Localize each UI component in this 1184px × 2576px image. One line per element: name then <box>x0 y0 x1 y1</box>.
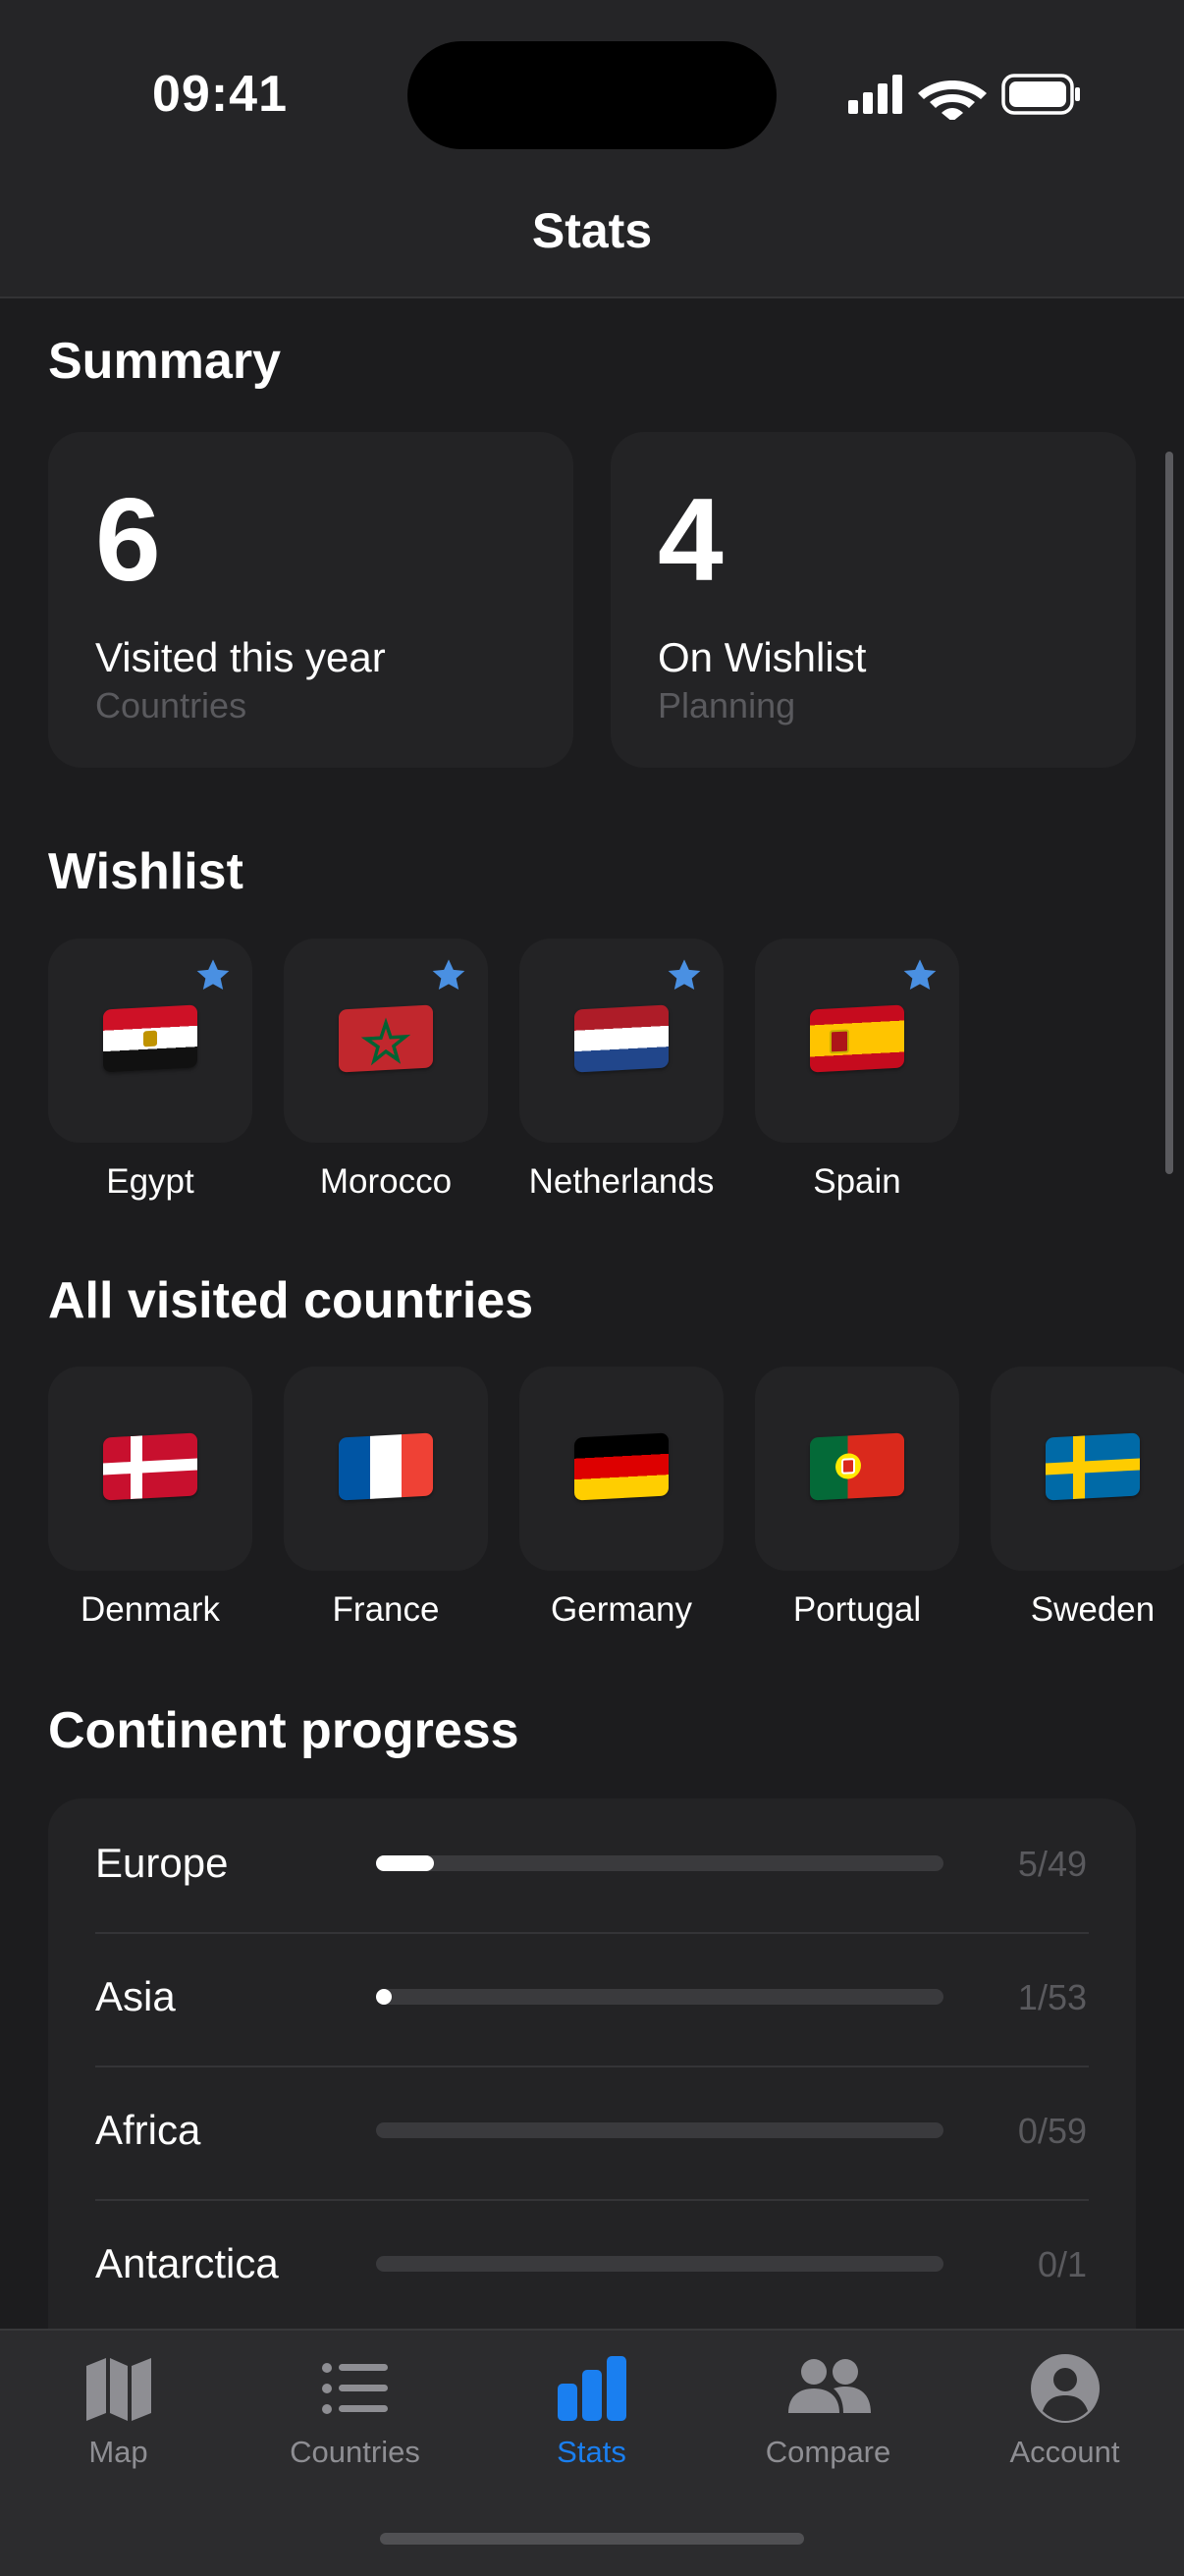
netherlands-flag-icon <box>574 1004 669 1073</box>
visited-tile-germany[interactable] <box>519 1367 724 1571</box>
wishlist-label: Morocco <box>319 1162 453 1201</box>
scroll-indicator[interactable] <box>1165 452 1173 1174</box>
tab-label: Stats <box>557 2435 626 2469</box>
continent-row-europe[interactable]: Europe 5/49 <box>95 1798 1136 1932</box>
page-title: Stats <box>531 203 653 258</box>
progress-count: 1/53 <box>1017 1977 1087 2017</box>
battery-icon <box>1001 74 1080 115</box>
wifi-icon <box>918 80 987 120</box>
progress-count: 0/59 <box>1017 2111 1087 2151</box>
france-flag-icon <box>339 1432 433 1501</box>
visited-tile-france[interactable] <box>284 1367 488 1571</box>
wishlist-label: Netherlands <box>528 1162 715 1201</box>
egypt-flag-icon <box>103 1004 197 1073</box>
visited-label: France <box>332 1590 440 1629</box>
wishlist-tile-netherlands[interactable] <box>519 939 724 1143</box>
continent-row-asia[interactable]: Asia 1/53 <box>95 1932 1136 2066</box>
progress-count: 5/49 <box>1017 1844 1087 1884</box>
visited-heading: All visited countries <box>48 1272 534 1329</box>
visited-label: Denmark <box>81 1590 220 1629</box>
status-time: 09:41 <box>152 66 288 123</box>
bar-chart-icon <box>558 2356 626 2421</box>
star-icon <box>196 959 230 990</box>
visited-label: Sweden <box>1030 1590 1156 1629</box>
continent-progress-card: Europe 5/49 Asia 1/53 Africa 0/59 Antarc… <box>48 1798 1136 2348</box>
morocco-flag-icon <box>339 1004 433 1073</box>
wishlist-count: 4 <box>658 474 724 606</box>
continent-name: Antarctica <box>95 2240 279 2286</box>
visited-tile-denmark[interactable] <box>48 1367 252 1571</box>
wishlist-tile-egypt[interactable] <box>48 939 252 1143</box>
germany-flag-icon <box>574 1432 669 1501</box>
progress-count: 0/1 <box>1037 2244 1087 2284</box>
tab-compare[interactable]: Compare <box>710 2331 946 2497</box>
star-icon <box>432 959 465 990</box>
tab-label: Countries <box>290 2435 420 2469</box>
spain-flag-icon <box>810 1004 904 1073</box>
tab-countries[interactable]: Countries <box>237 2331 473 2497</box>
tab-stats[interactable]: Stats <box>473 2331 710 2497</box>
denmark-flag-icon <box>103 1432 197 1501</box>
progress-fill <box>376 1855 434 1871</box>
continent-row-antarctica[interactable]: Antarctica 0/1 <box>95 2199 1136 2333</box>
continent-row-africa[interactable]: Africa 0/59 <box>95 2066 1136 2199</box>
summary-card-visited[interactable]: 6 Visited this year Countries <box>48 432 573 768</box>
people-icon <box>788 2359 871 2413</box>
cellular-signal-icon <box>848 75 902 114</box>
portugal-flag-icon <box>810 1432 904 1501</box>
status-icons <box>848 74 1080 120</box>
summary-heading: Summary <box>48 333 281 390</box>
wishlist-label: Egypt <box>106 1162 194 1201</box>
continent-progress-heading: Continent progress <box>48 1702 519 1759</box>
summary-card-wishlist[interactable]: 4 On Wishlist Planning <box>611 432 1136 768</box>
star-icon <box>668 959 701 990</box>
summary-card-sublabel: Planning <box>658 685 796 725</box>
progress-track <box>376 2256 943 2272</box>
map-icon <box>86 2358 151 2421</box>
tab-account[interactable]: Account <box>946 2331 1183 2497</box>
wishlist-label: Spain <box>813 1162 901 1201</box>
summary-card-label: On Wishlist <box>658 634 867 680</box>
tab-label: Account <box>1009 2435 1120 2469</box>
tab-map[interactable]: Map <box>0 2331 237 2497</box>
star-icon <box>903 959 937 990</box>
list-icon <box>322 2363 388 2414</box>
visited-count: 6 <box>95 474 161 606</box>
status-and-nav-bar: 09:41 Stats <box>0 0 1184 298</box>
dynamic-island <box>407 41 777 149</box>
summary-card-sublabel: Countries <box>95 685 247 725</box>
continent-name: Africa <box>95 2107 201 2153</box>
summary-card-label: Visited this year <box>95 634 386 680</box>
wishlist-tile-morocco[interactable] <box>284 939 488 1143</box>
continent-name: Europe <box>95 1840 229 1886</box>
tab-label: Map <box>88 2435 148 2469</box>
visited-tile-portugal[interactable] <box>755 1367 959 1571</box>
progress-track <box>376 1855 943 1871</box>
visited-tile-sweden[interactable] <box>991 1367 1184 1571</box>
visited-label: Germany <box>551 1590 692 1629</box>
progress-fill <box>376 1989 392 2005</box>
wishlist-tile-spain[interactable] <box>755 939 959 1143</box>
continent-name: Asia <box>95 1973 176 2019</box>
wishlist-heading: Wishlist <box>48 843 243 900</box>
home-indicator[interactable] <box>380 2533 804 2545</box>
visited-label: Portugal <box>792 1590 922 1629</box>
account-icon <box>1031 2354 1100 2423</box>
sweden-flag-icon <box>1046 1432 1140 1501</box>
progress-track <box>376 1989 943 2005</box>
progress-track <box>376 2122 943 2138</box>
tab-label: Compare <box>765 2435 891 2469</box>
